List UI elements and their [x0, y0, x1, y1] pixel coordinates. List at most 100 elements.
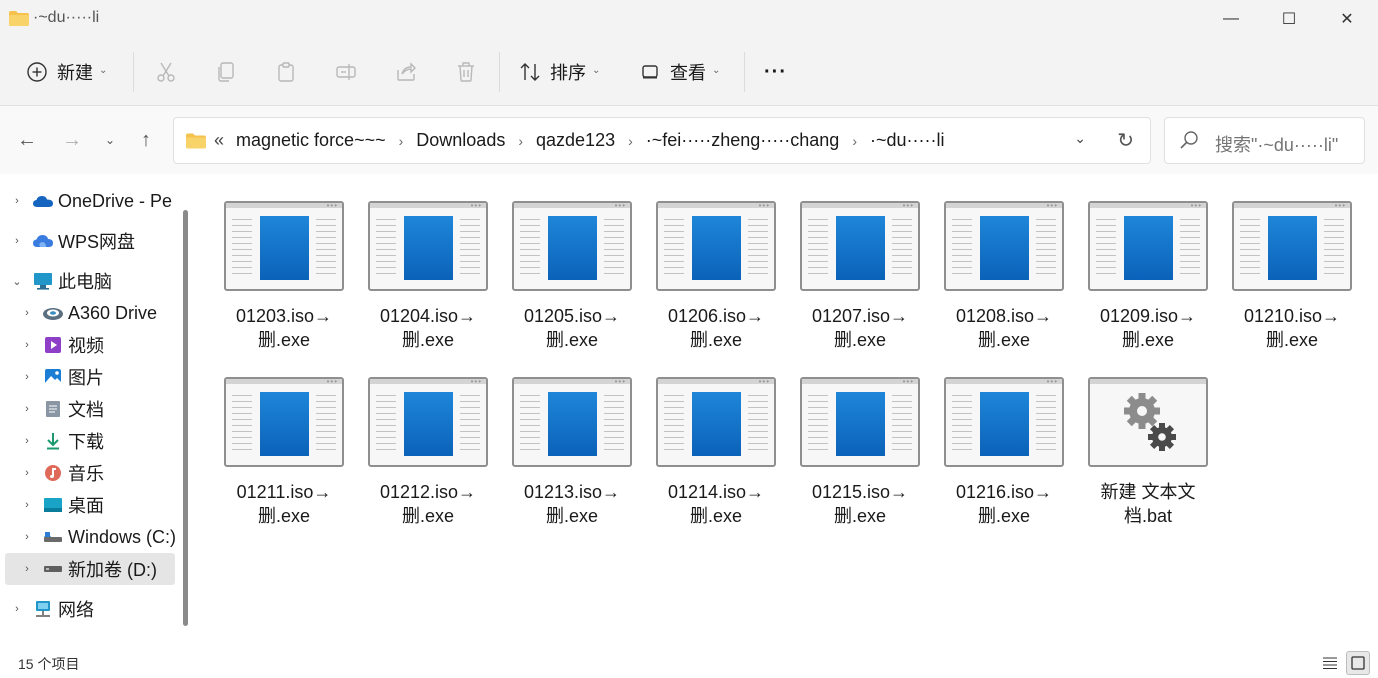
search-box[interactable]: 搜索"·~du·····li"	[1164, 117, 1365, 164]
sidebar-item-label: 桌面	[68, 496, 104, 516]
sidebar-item-music[interactable]: › 音乐	[0, 457, 175, 489]
chevron-right-icon[interactable]: ›	[10, 195, 24, 207]
breadcrumb-item[interactable]: ·~fei·····zheng·····chang	[646, 130, 840, 151]
file-item[interactable]: ••• 01207.iso→ 删.exe	[796, 174, 920, 350]
chevron-right-icon[interactable]: ›	[518, 133, 523, 149]
file-item[interactable]: 新建 文本文 档.bat	[1084, 350, 1208, 526]
sidebar-item-desktop[interactable]: › 桌面	[0, 489, 175, 521]
chevron-right-icon[interactable]: ›	[628, 133, 633, 149]
address-bar[interactable]: « magnetic force~~~ › Downloads › qazde1…	[173, 117, 1151, 164]
file-item[interactable]: ••• 01216.iso→ 删.exe	[940, 350, 1064, 526]
chevron-right-icon[interactable]: ›	[399, 133, 404, 149]
file-item[interactable]: ••• 01211.iso→ 删.exe	[220, 350, 344, 526]
breadcrumb-item[interactable]: ·~du·····li	[870, 130, 945, 151]
executable-file-icon: •••	[512, 201, 632, 291]
forward-button[interactable]: →	[58, 126, 86, 154]
file-item[interactable]: ••• 01215.iso→ 删.exe	[796, 350, 920, 526]
file-name: 01211.iso→ 删.exe	[220, 480, 348, 528]
chevron-right-icon[interactable]: ›	[20, 531, 34, 543]
overflow-icon[interactable]: «	[214, 130, 224, 151]
sidebar-item-videos[interactable]: › 视频	[0, 329, 175, 361]
sidebar-item-documents[interactable]: › 文档	[0, 393, 175, 425]
file-name-line: 01207.iso→	[811, 306, 909, 326]
rename-button[interactable]	[334, 38, 358, 106]
sidebar-item-this-pc[interactable]: ⌄ 此电脑	[0, 265, 175, 297]
chevron-right-icon[interactable]: ›	[10, 235, 24, 247]
file-item[interactable]: ••• 01203.iso→ 删.exe	[220, 174, 344, 350]
sidebar-item-downloads[interactable]: › 下载	[0, 425, 175, 457]
file-grid: ••• 01203.iso→ 删.exe ••• 01204.iso→ 删.exe ••• 0…	[196, 174, 1378, 648]
sidebar-item-pictures[interactable]: › 图片	[0, 361, 175, 393]
file-name-line: 删.exe	[689, 506, 743, 526]
chevron-down-icon[interactable]: ⌄	[10, 275, 24, 288]
divider	[133, 52, 134, 92]
file-item[interactable]: ••• 01210.iso→ 删.exe	[1228, 174, 1352, 350]
sidebar-item-label: 图片	[68, 368, 104, 388]
breadcrumb-item[interactable]: qazde123	[536, 130, 615, 151]
file-name-line: 01204.iso→	[379, 306, 477, 326]
breadcrumb-item[interactable]: Downloads	[416, 130, 505, 151]
details-view-button[interactable]	[1318, 651, 1342, 675]
file-item[interactable]: ••• 01205.iso→ 删.exe	[508, 174, 632, 350]
chevron-right-icon[interactable]: ›	[20, 467, 34, 479]
large-icons-view-button[interactable]	[1346, 651, 1370, 675]
view-button[interactable]: 查看 ⌄	[640, 38, 720, 106]
executable-file-icon: •••	[1232, 201, 1352, 291]
sidebar-item-wps[interactable]: › WPS网盘	[0, 225, 175, 257]
executable-file-icon: •••	[656, 377, 776, 467]
chevron-down-icon[interactable]: ⌄	[1074, 130, 1086, 147]
sidebar-item-c-drive[interactable]: › Windows (C:)	[0, 521, 175, 553]
file-name-line: 01208.iso→	[955, 306, 1053, 326]
chevron-right-icon[interactable]: ›	[20, 435, 34, 447]
more-options-button[interactable]: ···	[764, 38, 787, 106]
chevron-right-icon[interactable]: ›	[20, 307, 34, 319]
sidebar-item-onedrive[interactable]: › OneDrive - Pe	[0, 185, 175, 217]
chevron-right-icon[interactable]: ›	[10, 603, 24, 615]
up-button[interactable]: ↑	[132, 126, 160, 154]
executable-file-icon: •••	[656, 201, 776, 291]
sidebar-item-network[interactable]: › 网络	[0, 593, 175, 625]
file-item[interactable]: ••• 01214.iso→ 删.exe	[652, 350, 776, 526]
cut-button[interactable]	[154, 38, 178, 106]
chevron-right-icon[interactable]: ›	[20, 403, 34, 415]
chevron-right-icon[interactable]: ›	[20, 371, 34, 383]
close-button[interactable]: ✕	[1318, 0, 1376, 38]
sidebar-scrollbar[interactable]	[183, 210, 188, 626]
file-item[interactable]: ••• 01206.iso→ 删.exe	[652, 174, 776, 350]
file-item[interactable]: ••• 01212.iso→ 删.exe	[364, 350, 488, 526]
back-button[interactable]: ←	[13, 126, 41, 154]
refresh-icon[interactable]: ↻	[1117, 128, 1134, 153]
file-name-line: 01215.iso→	[811, 482, 909, 502]
file-item[interactable]: ••• 01204.iso→ 删.exe	[364, 174, 488, 350]
file-name-line: 删.exe	[689, 330, 743, 350]
share-button[interactable]	[394, 38, 418, 106]
paste-button[interactable]	[274, 38, 298, 106]
maximize-button[interactable]: ☐	[1260, 0, 1318, 38]
file-name-line: 删.exe	[257, 506, 311, 526]
copy-button[interactable]	[214, 38, 238, 106]
search-input[interactable]: 搜索"·~du·····li"	[1215, 131, 1338, 157]
scissors-icon	[157, 62, 175, 82]
chevron-right-icon[interactable]: ›	[852, 133, 857, 149]
breadcrumb-item[interactable]: magnetic force~~~	[236, 130, 386, 151]
file-item[interactable]: ••• 01208.iso→ 删.exe	[940, 174, 1064, 350]
new-button[interactable]: 新建 ⌄	[26, 38, 107, 106]
video-icon	[42, 335, 64, 355]
sidebar-item-a360[interactable]: › A360 Drive	[0, 297, 175, 329]
executable-file-icon: •••	[1088, 201, 1208, 291]
delete-button[interactable]	[454, 38, 478, 106]
folder-icon	[186, 133, 206, 148]
file-name-line: 01210.iso→	[1243, 306, 1341, 326]
file-item[interactable]: ••• 01209.iso→ 删.exe	[1084, 174, 1208, 350]
sidebar-item-d-drive[interactable]: › 新加卷 (D:)	[5, 553, 175, 585]
clipboard-icon	[278, 62, 294, 82]
chevron-right-icon[interactable]: ›	[20, 499, 34, 511]
chevron-right-icon[interactable]: ›	[20, 563, 34, 575]
recent-locations-button[interactable]: ⌄	[96, 126, 124, 154]
file-name-line: 删.exe	[1265, 330, 1319, 350]
chevron-right-icon[interactable]: ›	[20, 339, 34, 351]
minimize-button[interactable]: —	[1202, 0, 1260, 38]
file-item[interactable]: ••• 01213.iso→ 删.exe	[508, 350, 632, 526]
executable-file-icon: •••	[224, 201, 344, 291]
sort-button[interactable]: 排序 ⌄	[518, 38, 600, 106]
